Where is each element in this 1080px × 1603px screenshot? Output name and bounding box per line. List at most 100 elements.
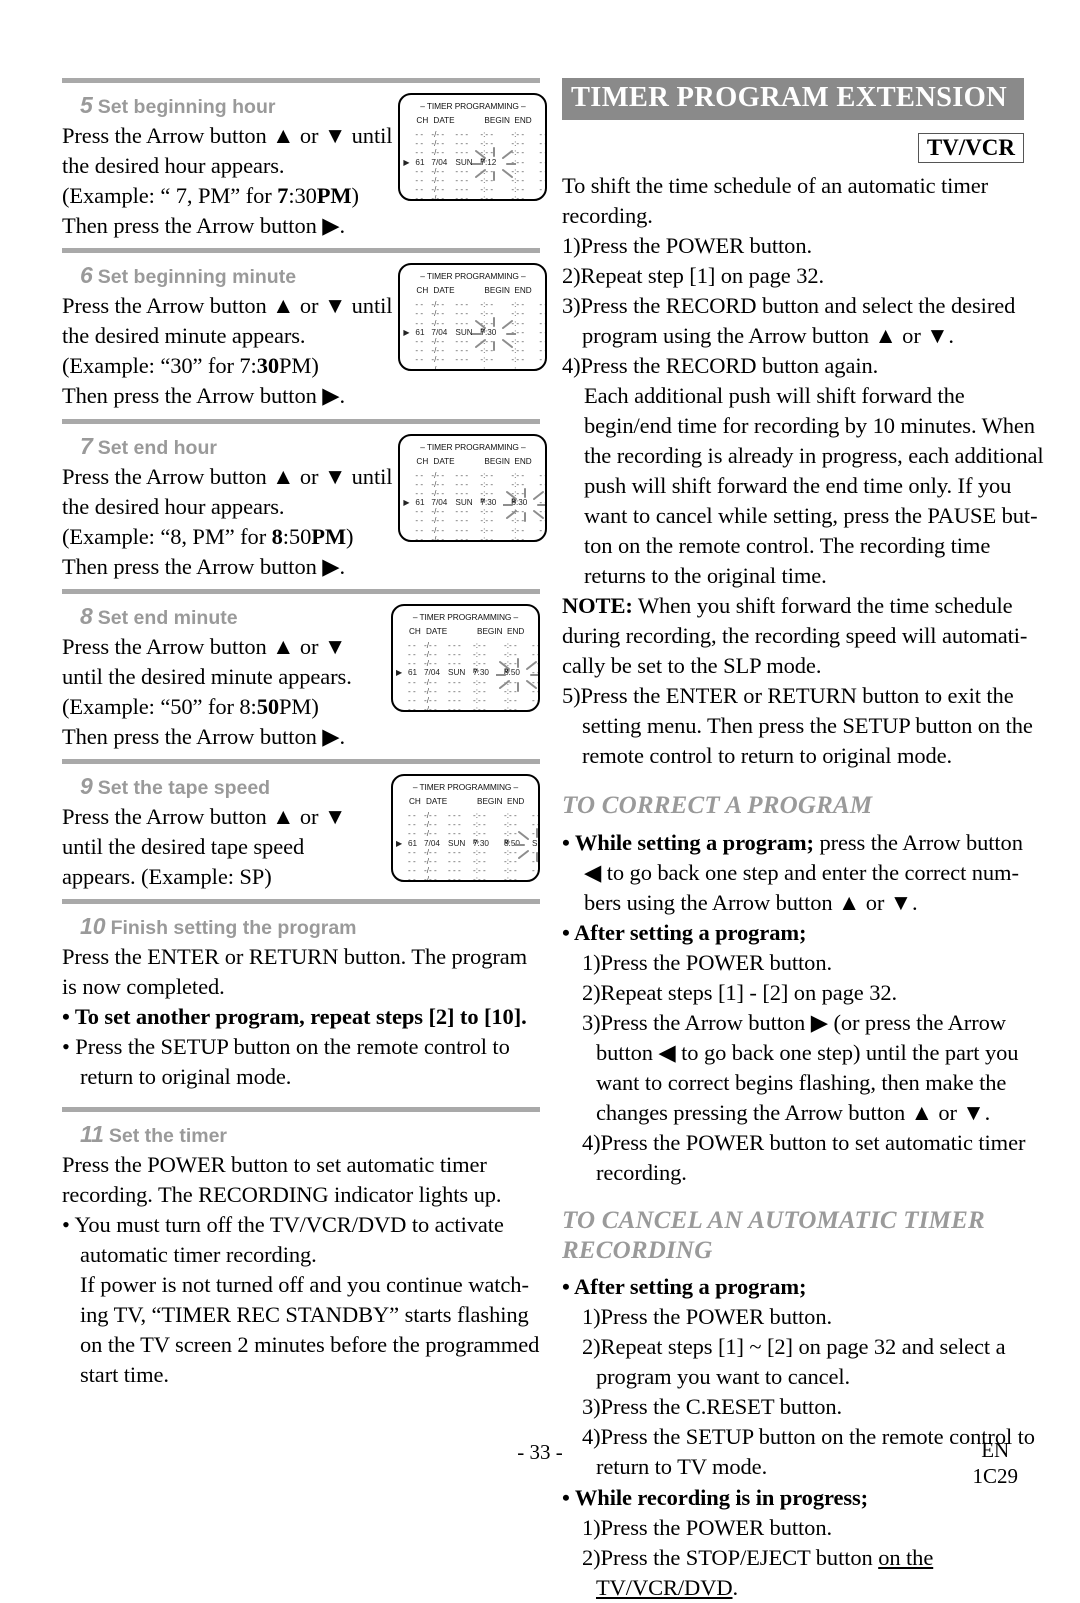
panel-row-empty: - - -/- -- - - -:- - -:- -- - [415,130,548,139]
numbered-step-cont: program using the Arrow button ▲ or ▼. [582,322,954,348]
panel-row-empty: - - -/- -- - - -:- - -:- -- - [415,309,548,319]
step-heading-9: 9 Set the tape speed [80,773,385,800]
detail-line: begin/end time for recording by 10 minut… [584,413,1035,439]
note-line: cally be set to the SLP mode. [562,653,822,679]
step-number: 7 [80,432,93,459]
status-badge-tv-vcr: TV/VCR [917,132,1024,163]
note-line: NOTE: When you shift forward the time sc… [562,591,1024,621]
step-line: until the desired tape speed [62,834,305,860]
row-date: 7/04 [424,838,440,848]
row-day: SUN [448,668,466,678]
row-tape-speed: SP [532,838,538,848]
section-heading-line: TO CANCEL AN AUTOMATIC TIMER [562,1207,985,1235]
step-line: ing TV, “TIMER REC STANDBY” starts flash… [80,1301,529,1327]
row-channel: 61 [408,838,418,848]
panel-row-empty: - - -/- -- - - -:- - -:- -- - [408,677,540,687]
bullet-text: press the Arrow button [813,829,1023,855]
step-line: Press the Arrow button ▲ or ▼ until [62,293,393,319]
step-line: Then press the Arrow button ▶. [62,723,346,749]
numbered-step: 2)Repeat steps [1] ~ [2] on page 32 and … [582,1334,1006,1360]
col-begin: BEGIN [477,797,503,806]
numbered-step: 1)Press the POWER button. [582,950,832,976]
step-line: (Example: “8, PM” for 8:50PM) [62,523,354,549]
step-number: 11 [80,1120,104,1147]
panel-column-headers: CH DATE BEGIN END [400,457,545,470]
step-number: 5 [80,92,93,118]
row-date: 7/04 [424,668,440,678]
numbered-step: 1)Press the POWER button. [562,232,812,258]
panel-row-empty: - - -/- -- - - -:- - -:- -- - [408,866,540,876]
panel-row-empty: - - -/- -- - - -:- - -:- -- - [415,534,548,542]
tv-screen-panel-6: – TIMER PROGRAMMING – CH DATE BEGIN END … [398,263,548,372]
col-ch: CH [409,797,421,806]
col-end: END [514,116,532,125]
step-line: the desired hour appears. [62,493,285,519]
panel-rows: - - -/- -- - - -:- - -:- -- - - - -/- -- - -… [400,300,548,369]
cancel-recording-body: • After setting a program; 1)Press the P… [562,1272,1035,1602]
col-ch: CH [416,456,429,466]
panel-row-empty: - - -/- -- - - -:- - -:- -- - [415,185,548,195]
row-day: SUN [455,498,473,508]
step-line: on the TV screen 2 minutes before the pr… [80,1331,540,1357]
panel-title: – TIMER PROGRAMMING – [420,441,526,452]
section-separator [62,1106,540,1112]
numbered-step-cont: button ◀ to go back one step) until the … [596,1040,1019,1066]
step-line: automatic timer recording. [80,1241,317,1267]
tv-screen-panel-7: – TIMER PROGRAMMING – CH DATE BEGIN END … [398,433,548,542]
col-begin: BEGIN [477,626,503,636]
step-line: until the desired minute appears. [62,663,352,689]
panel-row-active: ▶ 61 7/04 SUN 7:30 P M 8:50 P M - - [396,668,540,678]
tv-screen-panel-9: – TIMER PROGRAMMING – CH DATE BEGIN END … [391,774,540,882]
numbered-step: 5)Press the ENTER or RETURN button to ex… [562,683,1014,709]
section-separator [62,759,540,764]
step-line: (Example: “50” for 8:50PM) [62,693,319,719]
badge-container: TV/VCR [562,132,1024,163]
row-channel: 61 [415,157,425,167]
underlined-text: TV/VCR/DVD [596,1574,733,1600]
detail-line: Each additional push will shift forward … [584,383,965,409]
numbered-step-cont: setting menu. Then press the SETUP butto… [582,713,1033,739]
section-separator [62,588,540,594]
document-code: 1C29 [972,1463,1018,1488]
panel-row-empty: - - -/- -- - - -:- - -:- -- - [408,659,540,669]
step-bullet-bold: • To set another program, repeat steps [… [62,1004,527,1030]
step-line: Then press the Arrow button ▶. [62,213,346,239]
panel-title: – TIMER PROGRAMMING – [420,101,526,111]
bullet-line: • While setting a program; press the Arr… [562,828,1024,858]
step-title: Set end minute [97,606,238,629]
numbered-step: 2)Repeat step [1] on page 32. [562,262,825,288]
panel-row-empty: - - -/- -- - - -:- - -:- -- - [408,875,540,882]
section-separator [62,78,540,83]
numbered-step: 1)Press the POWER button. [582,1514,832,1540]
step-block-7: 7 Set end hour Press the Arrow button ▲ o… [62,432,548,582]
intro-line: To shift the time schedule of an automat… [562,172,988,198]
tv-screen-panel-8: – TIMER PROGRAMMING – CH DATE BEGIN END … [391,603,540,712]
step-title: Finish setting the program [110,917,357,940]
step-body-10: Press the ENTER or RETURN button. The pr… [62,942,540,1092]
language-code: EN [981,1438,1010,1462]
numbered-step: 4)Press the RECORD button again. [562,352,879,378]
panel-rows: - - -/- -- - - -:- - -:- -- - - - -/- -- - -… [393,811,540,882]
col-date: DATE [433,116,455,125]
row-pointer-icon: ▶ [403,327,410,337]
step-body-7: Press the Arrow button ▲ or ▼ until the … [62,462,393,582]
numbered-step: 3)Press the RECORD button and select the… [562,292,1016,318]
numbered-step: 3)Press the C.RESET button. [582,1394,843,1420]
detail-line: the recording is already in progress, ea… [584,443,1044,469]
col-end: END [507,626,525,636]
step-title: Set end hour [97,436,217,459]
page-number: - 33 - [517,1440,563,1464]
step-line: the desired minute appears. [62,323,306,349]
step-line: the desired hour appears. [62,153,285,179]
panel-row-active: ▶ 61 7/04 SUN 7:30 P M 8:30 P M - - [403,498,548,508]
page-title: TIMER PROGRAM EXTENSION [562,78,1024,120]
row-pointer-icon: ▶ [403,157,410,167]
panel-row-active: ▶ 61 7/04 SUN 7:30 P M -:- - - - [403,327,548,337]
panel-row-empty: - - -/- -- - - -:- - -:- -- - [415,337,548,346]
row-channel: 61 [415,498,425,508]
panel-row-empty: - - -/- -- - - -:- - -:- -- - [408,695,540,705]
row-pointer-icon: ▶ [403,498,410,508]
detail-line: push will shift forward the end time onl… [584,473,1012,499]
panel-row-empty: - - -/- -- - - -:- - -:- -- - [408,649,540,659]
col-end: END [514,456,532,466]
